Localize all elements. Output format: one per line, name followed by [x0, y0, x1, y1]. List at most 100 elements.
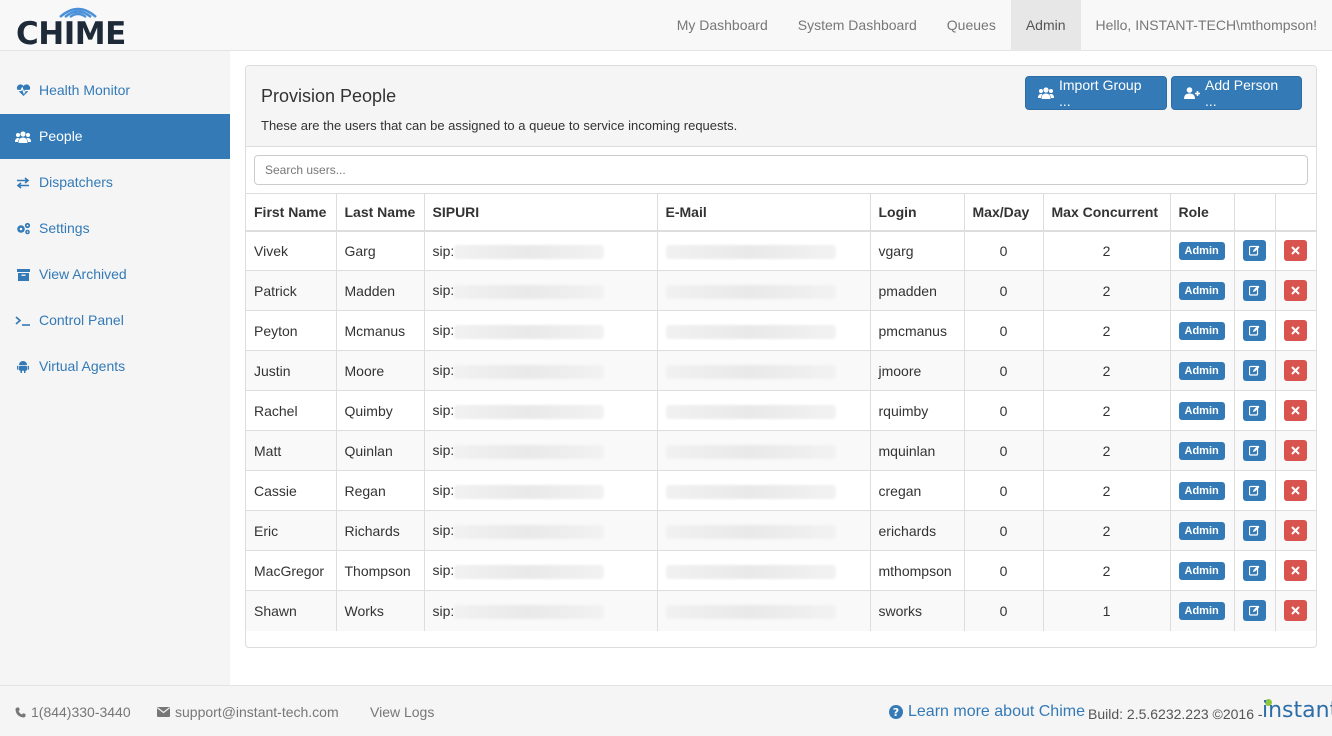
delete-button[interactable] — [1284, 400, 1308, 421]
cell-role: Admin — [1170, 350, 1235, 391]
role-badge[interactable]: Admin — [1178, 522, 1225, 540]
chime-logo[interactable]: CHIME — [16, 6, 126, 52]
edit-button[interactable] — [1243, 560, 1266, 581]
edit-button[interactable] — [1243, 520, 1266, 541]
sidebar-item-settings[interactable]: Settings — [0, 206, 230, 251]
build-info: Build: 2.5.6232.223 ©2016 - — [1088, 706, 1263, 722]
sidebar-item-label: Dispatchers — [39, 174, 113, 190]
table-row[interactable]: Shawn Works sip: sworks 0 1 Admin — [246, 590, 1316, 631]
cell-max-concurrent: 2 — [1043, 390, 1171, 431]
edit-button[interactable] — [1243, 320, 1266, 341]
col-first-name[interactable]: First Name — [246, 193, 337, 232]
redacted-sipuri — [454, 524, 605, 539]
col-email[interactable]: E-Mail — [657, 193, 871, 232]
phone-text: 1(844)330-3440 — [31, 704, 131, 720]
role-badge[interactable]: Admin — [1178, 322, 1225, 340]
nav-admin[interactable]: Admin — [1010, 0, 1081, 51]
edit-button[interactable] — [1243, 480, 1266, 501]
edit-button[interactable] — [1243, 600, 1266, 622]
exchange-icon — [15, 175, 31, 191]
col-last-name[interactable]: Last Name — [336, 193, 425, 232]
edit-button[interactable] — [1243, 400, 1266, 421]
view-logs-link[interactable]: View Logs — [370, 704, 434, 720]
delete-button[interactable] — [1284, 600, 1308, 622]
role-badge[interactable]: Admin — [1178, 242, 1225, 261]
cell-login: rquimby — [870, 390, 965, 431]
sipuri-prefix: sip: — [432, 402, 455, 419]
col-sipuri[interactable]: SIPURI — [424, 193, 658, 232]
cell-max-concurrent: 2 — [1043, 350, 1171, 391]
sipuri-prefix: sip: — [432, 322, 455, 339]
table-row[interactable]: Patrick Madden sip: pmadden 0 2 Admin — [246, 270, 1316, 311]
table-row[interactable]: Cassie Regan sip: cregan 0 2 Admin — [246, 470, 1316, 511]
edit-button[interactable] — [1243, 360, 1266, 381]
sidebar-item-view-archived[interactable]: View Archived — [0, 252, 230, 297]
nav-queues[interactable]: Queues — [932, 0, 1011, 51]
edit-button[interactable] — [1243, 280, 1266, 301]
table-row[interactable]: Justin Moore sip: jmoore 0 2 Admin — [246, 350, 1316, 391]
sidebar-item-dispatchers[interactable]: Dispatchers — [0, 160, 230, 205]
role-badge[interactable]: Admin — [1178, 362, 1225, 380]
delete-button[interactable] — [1284, 440, 1308, 461]
table-row[interactable]: Eric Richards sip: erichards 0 2 Admin — [246, 510, 1316, 551]
users-icon — [15, 129, 31, 145]
learn-more-link[interactable]: ? Learn more about Chime — [889, 703, 1085, 721]
nav-system-dashboard[interactable]: System Dashboard — [783, 0, 932, 51]
import-group-button[interactable]: Import Group ... — [1025, 76, 1167, 110]
cell-max-concurrent: 2 — [1043, 470, 1171, 511]
delete-button[interactable] — [1284, 520, 1308, 541]
cell-last-name: Regan — [336, 470, 425, 511]
cell-first-name: MacGregor — [246, 550, 337, 591]
sidebar-item-label: Settings — [39, 220, 90, 236]
delete-button[interactable] — [1284, 360, 1308, 381]
table-header-row: First Name Last Name SIPURI E-Mail Login… — [246, 193, 1316, 232]
cell-first-name: Justin — [246, 350, 337, 391]
role-badge[interactable]: Admin — [1178, 562, 1225, 580]
col-role[interactable]: Role — [1170, 193, 1235, 232]
role-badge[interactable]: Admin — [1178, 482, 1225, 500]
table-row[interactable]: Peyton Mcmanus sip: pmcmanus 0 2 Admin — [246, 310, 1316, 351]
delete-button[interactable] — [1284, 480, 1308, 501]
role-badge[interactable]: Admin — [1178, 602, 1225, 621]
redacted-email — [665, 284, 836, 299]
sidebar-item-control-panel[interactable]: Control Panel — [0, 298, 230, 343]
user-greeting[interactable]: Hello, INSTANT-TECH\mthompson! — [1081, 0, 1332, 51]
edit-button[interactable] — [1243, 440, 1266, 461]
cell-max-day: 0 — [964, 590, 1044, 631]
table-row[interactable]: Rachel Quimby sip: rquimby 0 2 Admin — [246, 390, 1316, 431]
edit-button[interactable] — [1243, 240, 1266, 262]
support-email[interactable]: support@instant-tech.com — [157, 704, 339, 720]
redacted-sipuri — [454, 604, 605, 619]
sidebar-item-label: Health Monitor — [39, 82, 131, 98]
table-row[interactable]: Vivek Garg sip: vgarg 0 2 Admin — [246, 230, 1316, 271]
sidebar-item-label: Control Panel — [39, 312, 124, 328]
add-person-button[interactable]: Add Person ... — [1171, 76, 1302, 110]
cell-login: pmadden — [870, 270, 965, 311]
edit-icon — [1249, 485, 1260, 496]
role-badge[interactable]: Admin — [1178, 442, 1225, 460]
sidebar-item-label: Virtual Agents — [39, 358, 126, 374]
nav-my-dashboard[interactable]: My Dashboard — [662, 0, 783, 51]
delete-button[interactable] — [1284, 320, 1308, 341]
top-navbar: CHIME My Dashboard System Dashboard Queu… — [0, 0, 1332, 52]
sidebar-item-health-monitor[interactable]: Health Monitor — [0, 68, 230, 113]
search-users-input[interactable] — [254, 155, 1308, 185]
close-icon — [1291, 526, 1300, 535]
role-badge[interactable]: Admin — [1178, 402, 1225, 420]
sidebar-item-people[interactable]: People — [0, 114, 230, 159]
delete-button[interactable] — [1284, 280, 1308, 301]
col-login[interactable]: Login — [870, 193, 965, 232]
table-row[interactable]: Matt Quinlan sip: mquinlan 0 2 Admin — [246, 430, 1316, 471]
sidebar-item-virtual-agents[interactable]: Virtual Agents — [0, 344, 230, 389]
page-title: Provision People — [261, 86, 397, 106]
delete-button[interactable] — [1284, 560, 1308, 581]
users-icon — [1038, 87, 1054, 99]
col-max-day[interactable]: Max/Day — [964, 193, 1044, 232]
role-badge[interactable]: Admin — [1178, 282, 1225, 300]
col-max-concurrent[interactable]: Max Concurrent — [1043, 193, 1171, 232]
cell-login: mquinlan — [870, 430, 965, 471]
table-row[interactable]: MacGregor Thompson sip: mthompson 0 2 Admin — [246, 550, 1316, 591]
cell-role: Admin — [1170, 590, 1235, 631]
delete-button[interactable] — [1284, 240, 1308, 262]
instant-logo[interactable]: instant — [1262, 698, 1332, 723]
